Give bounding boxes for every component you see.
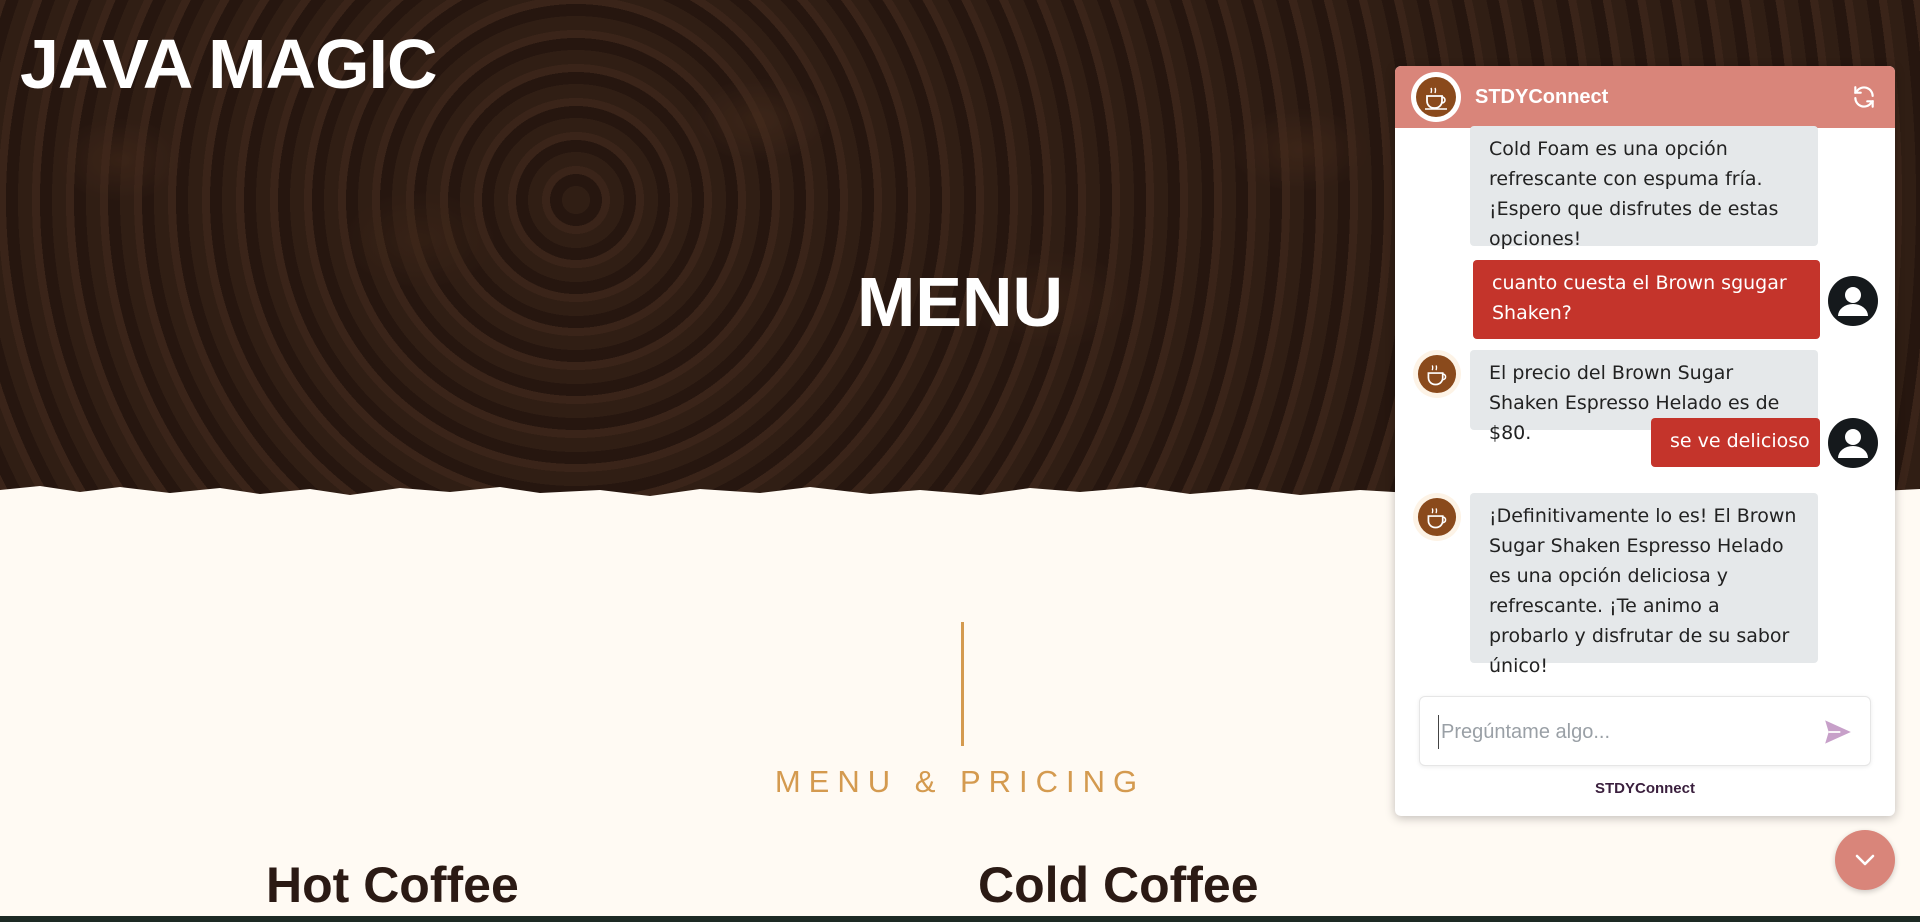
category-cold-coffee: Cold Coffee [978,857,1259,913]
powered-by-label[interactable]: STDYConnect [1395,780,1895,797]
message-list[interactable]: Cold Foam es una opción refrescante con … [1395,126,1895,748]
coffee-cup-icon [1413,493,1461,541]
user-icon [1828,276,1878,326]
user-message: cuanto cuesta el Brown sgugar Shaken? [1473,260,1820,339]
chat-input-box [1419,696,1871,766]
send-icon[interactable] [1824,719,1854,747]
bottom-bar [0,916,1920,922]
chat-header: STDYConnect [1395,66,1895,128]
bot-message: ¡Definitivamente lo es! El Brown Sugar S… [1470,493,1818,677]
user-icon [1828,418,1878,468]
chevron-down-icon[interactable] [1835,830,1895,890]
category-hot-coffee: Hot Coffee [266,857,519,913]
section-divider [961,622,964,746]
chat-title: STDYConnect [1475,85,1609,108]
refresh-icon[interactable] [1849,82,1879,112]
coffee-cup-icon [1413,350,1461,398]
bot-message: Cold Foam es una opción refrescante con … [1470,126,1818,250]
coffee-cup-icon [1411,72,1461,122]
chat-widget: STDYConnect Cold Foam es una opción refr… [1395,66,1895,816]
brand-logo-text[interactable]: JAVA MAGIC [20,26,437,102]
user-message: se ve delicioso [1651,418,1820,467]
chat-input[interactable] [1438,715,1808,749]
